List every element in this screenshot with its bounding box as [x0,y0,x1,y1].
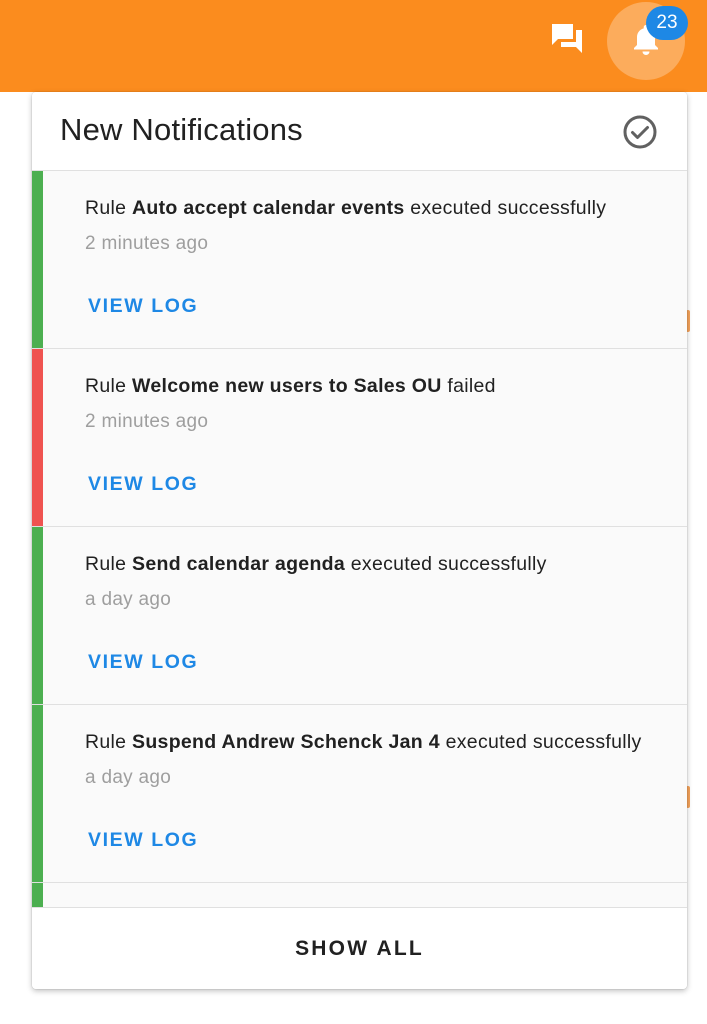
status-stripe [32,527,43,704]
status-stripe [32,171,43,348]
message-result: failed [441,375,496,397]
message-result: executed successfully [439,731,642,753]
status-stripe [32,705,43,882]
view-log-button[interactable]: VIEW LOG [88,473,198,496]
panel-title: New Notifications [60,112,303,147]
top-app-bar: 23 [0,0,707,92]
message-result: executed successfully [345,553,547,575]
panel-footer: SHOW ALL [32,907,687,989]
status-stripe [32,883,43,907]
notification-time: 2 minutes ago [85,233,209,254]
notification-message: Rule Send calendar agenda executed succe… [85,553,547,576]
mark-all-read-button[interactable] [621,113,659,151]
show-all-button[interactable]: SHOW ALL [295,937,424,961]
notification-list: Rule Auto accept calendar events execute… [32,171,687,907]
notification-count-badge: 23 [646,6,688,40]
notification-item: Rule Send calendar agenda executed succe… [32,527,687,705]
notification-time: a day ago [85,767,172,788]
chat-bubbles-icon [549,21,585,60]
notification-message: Rule Welcome new users to Sales OU faile… [85,375,496,398]
message-prefix: Rule [85,553,133,575]
notification-item: Rule Auto accept calendar events execute… [32,171,687,349]
message-prefix: Rule [85,197,133,219]
view-log-button[interactable]: VIEW LOG [88,651,198,674]
rule-name: Suspend Andrew Schenck Jan 4 [132,731,440,753]
message-prefix: Rule [85,731,133,753]
notifications-panel: New Notifications Rule Auto accept calen… [32,92,687,989]
status-stripe [32,349,43,526]
notification-item-partial [32,883,687,907]
view-log-button[interactable]: VIEW LOG [88,295,198,318]
notification-time: 2 minutes ago [85,411,209,432]
message-result: executed successfully [404,197,607,219]
notification-item: Rule Welcome new users to Sales OU faile… [32,349,687,527]
panel-header: New Notifications [32,92,687,171]
rule-name: Welcome new users to Sales OU [132,375,442,397]
notification-message: Rule Auto accept calendar events execute… [85,197,606,220]
message-prefix: Rule [85,375,133,397]
rule-name: Auto accept calendar events [132,197,405,219]
view-log-button[interactable]: VIEW LOG [88,829,198,852]
notification-item: Rule Suspend Andrew Schenck Jan 4 execut… [32,705,687,883]
rule-name: Send calendar agenda [132,553,346,575]
notification-time: a day ago [85,589,172,610]
notification-message: Rule Suspend Andrew Schenck Jan 4 execut… [85,731,642,754]
check-circle-icon [621,115,659,155]
chat-button[interactable] [546,20,588,60]
